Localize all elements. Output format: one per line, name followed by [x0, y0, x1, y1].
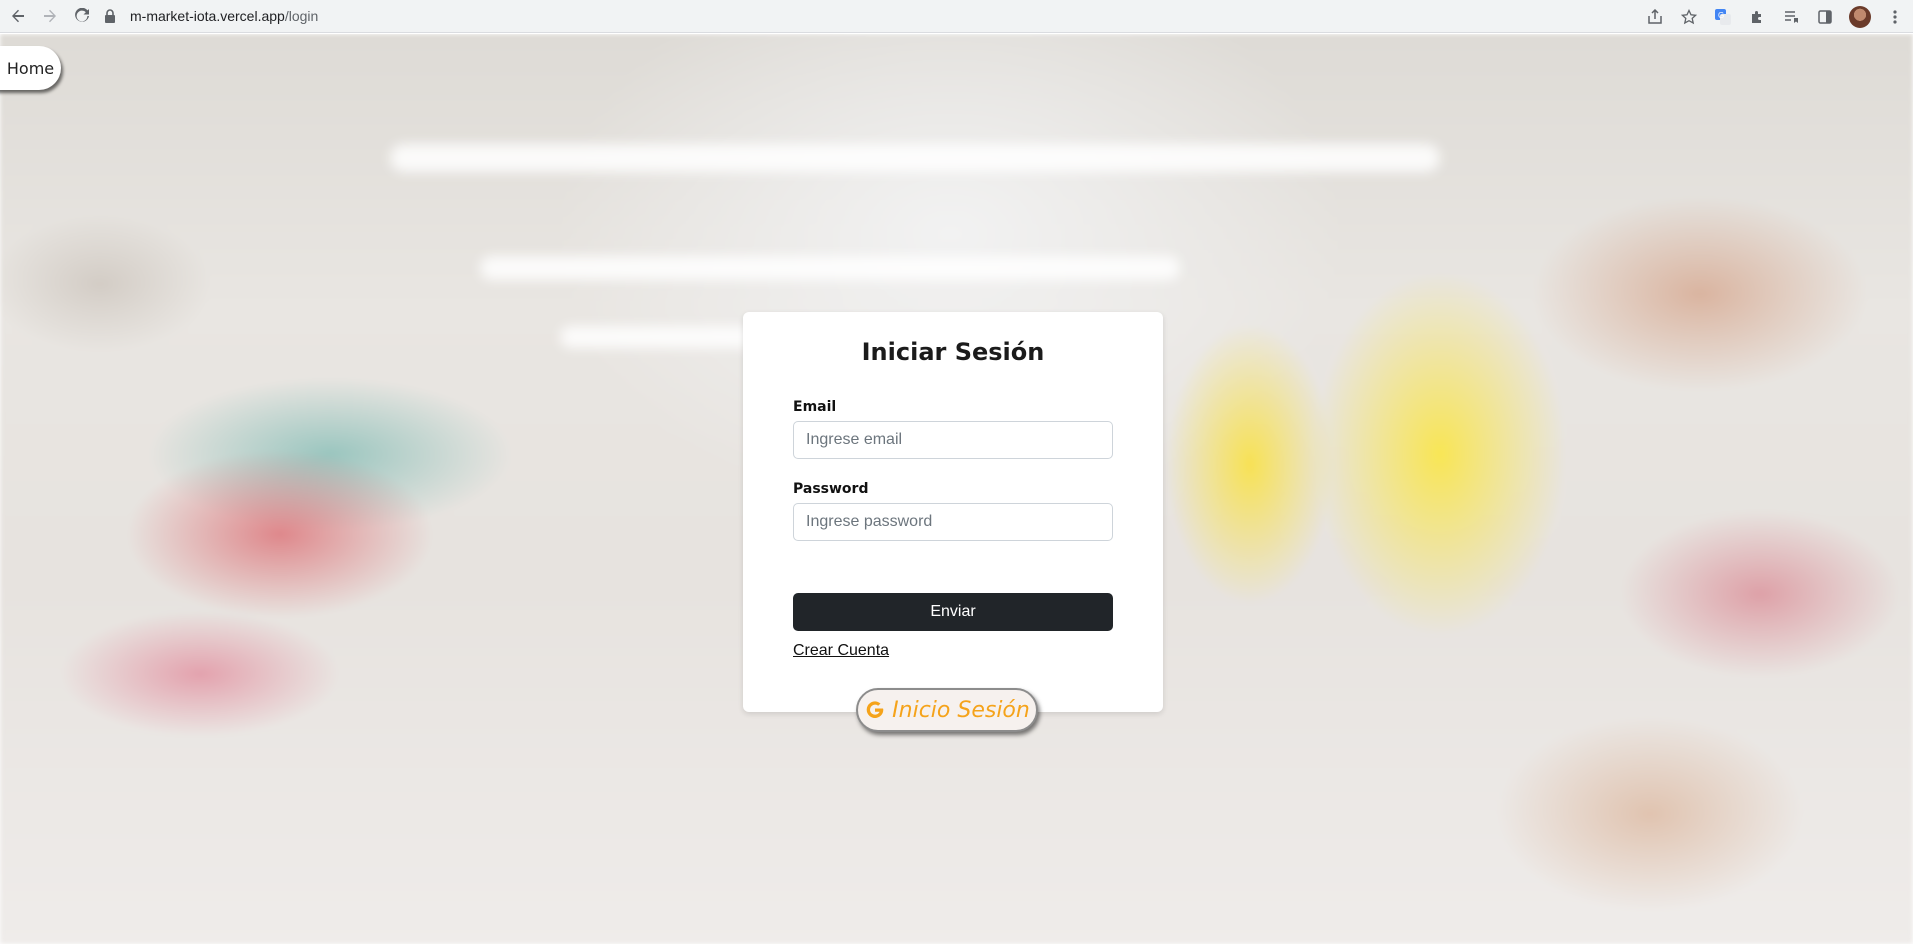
translate-extension-icon[interactable]: G: [1713, 7, 1733, 27]
share-icon[interactable]: [1645, 7, 1665, 27]
google-g-icon: [864, 699, 886, 721]
profile-avatar[interactable]: [1849, 5, 1871, 28]
bookmark-star-icon[interactable]: [1679, 7, 1699, 27]
browser-toolbar: m-market-iota.vercel.app/login G: [0, 0, 1913, 33]
url-host: m-market-iota.vercel.app: [130, 8, 285, 24]
url-path: /login: [284, 8, 319, 24]
page-title: Iniciar Sesión: [861, 338, 1045, 366]
email-field[interactable]: [793, 421, 1113, 459]
submit-button[interactable]: Enviar: [793, 593, 1113, 631]
google-signin-button[interactable]: Inicio Sesión: [856, 688, 1038, 732]
ceiling-light: [480, 256, 1180, 280]
email-label: Email: [793, 399, 837, 415]
reading-list-icon[interactable]: [1781, 7, 1801, 27]
home-button[interactable]: Home: [0, 46, 61, 90]
extensions-puzzle-icon[interactable]: [1747, 7, 1767, 27]
side-panel-icon[interactable]: [1815, 7, 1835, 27]
lock-icon: [104, 9, 118, 23]
password-field[interactable]: [793, 503, 1113, 541]
menu-kebab-icon[interactable]: [1885, 7, 1905, 27]
forward-icon[interactable]: [36, 2, 64, 30]
back-icon[interactable]: [4, 2, 32, 30]
page-content: Home Iniciar Sesión Email Password Envia…: [0, 34, 1913, 944]
google-signin-label: Inicio Sesión: [892, 697, 1030, 723]
svg-text:G: G: [1718, 11, 1724, 20]
login-card: Iniciar Sesión Email Password Enviar Cre…: [743, 312, 1163, 732]
ceiling-light: [390, 144, 1440, 172]
create-account-link[interactable]: Crear Cuenta: [793, 642, 889, 660]
reload-icon[interactable]: [68, 2, 96, 30]
password-label: Password: [793, 481, 869, 497]
address-bar[interactable]: m-market-iota.vercel.app/login: [104, 3, 318, 29]
